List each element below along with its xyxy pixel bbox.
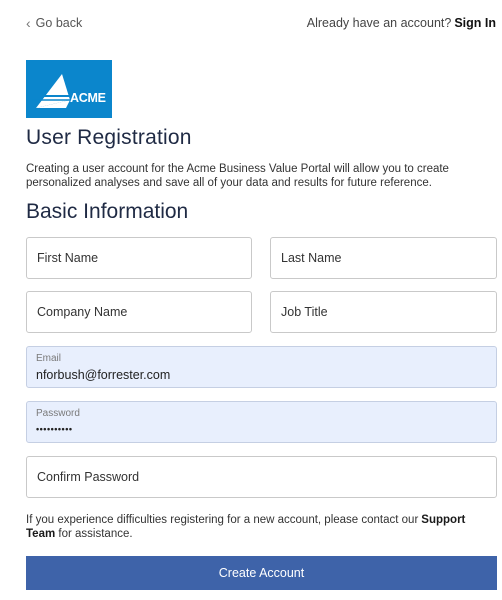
section-title: Basic Information	[26, 200, 189, 223]
create-account-button[interactable]: Create Account	[26, 556, 497, 590]
go-back-link[interactable]: ‹ Go back	[26, 16, 82, 30]
intro-text: Creating a user account for the Acme Bus…	[26, 163, 449, 189]
last-name-field[interactable]: Last Name	[270, 237, 497, 279]
last-name-placeholder: Last Name	[281, 251, 342, 265]
go-back-label: Go back	[35, 16, 83, 30]
help-text: If you experience difficulties registeri…	[26, 513, 496, 541]
email-value: nforbush@forrester.com	[36, 368, 171, 382]
job-title-field[interactable]: Job Title	[270, 291, 497, 333]
email-label: Email	[36, 353, 62, 364]
signin-link[interactable]: Sign In	[454, 16, 496, 30]
signin-prompt: Already have an account? Sign In	[307, 16, 496, 30]
company-name-placeholder: Company Name	[37, 305, 128, 319]
chevron-left-icon: ‹	[26, 15, 31, 31]
first-name-field[interactable]: First Name	[26, 237, 252, 279]
logo-text: ACME	[70, 91, 106, 105]
password-label: Password	[36, 408, 80, 419]
password-value: ••••••••••	[36, 424, 73, 434]
acme-logo: ACME	[26, 60, 112, 118]
email-field[interactable]: Email nforbush@forrester.com	[26, 346, 497, 388]
confirm-password-placeholder: Confirm Password	[37, 470, 140, 484]
registration-page: ‹ Go back Already have an account? Sign I…	[0, 0, 502, 600]
top-nav: ‹ Go back Already have an account? Sign I…	[26, 14, 496, 32]
confirm-password-field[interactable]: Confirm Password	[26, 456, 497, 498]
account-prompt-text: Already have an account?	[306, 16, 452, 30]
first-name-placeholder: First Name	[37, 251, 99, 265]
help-suffix: for assistance.	[58, 528, 133, 540]
password-field[interactable]: Password ••••••••••	[26, 401, 497, 443]
company-name-field[interactable]: Company Name	[26, 291, 252, 333]
help-message: If you experience difficulties registeri…	[26, 514, 419, 526]
page-title: User Registration	[26, 126, 192, 149]
acme-logo-mark	[26, 60, 112, 118]
job-title-placeholder: Job Title	[281, 305, 328, 319]
